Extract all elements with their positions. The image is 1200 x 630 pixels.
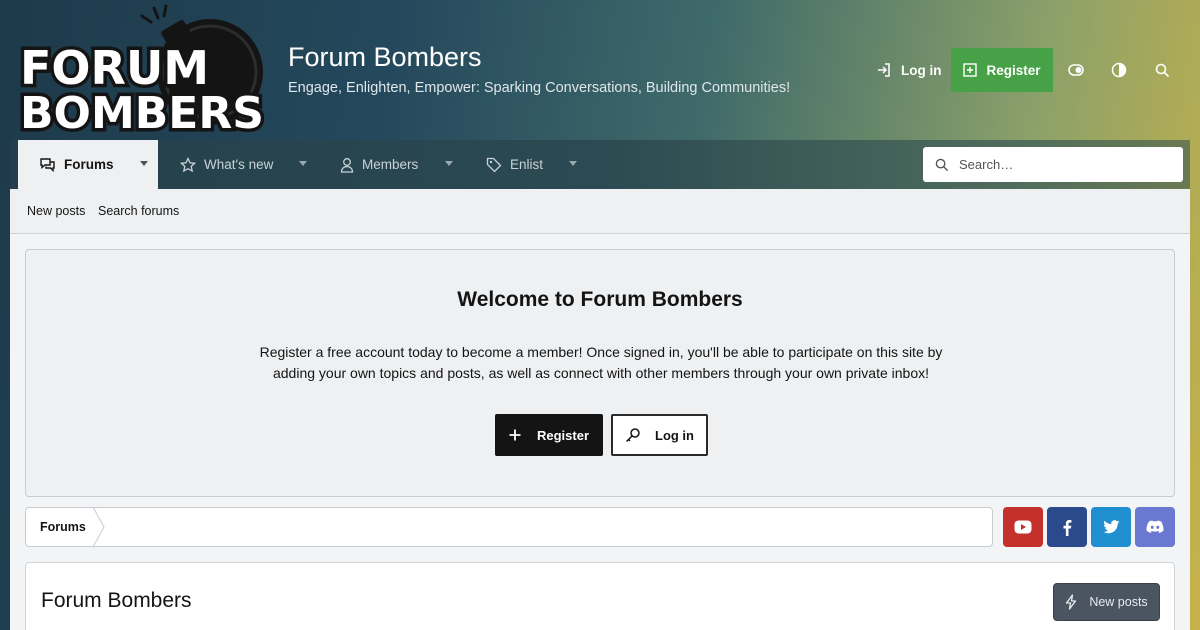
comments-icon (40, 158, 55, 172)
user-icon (340, 157, 354, 173)
subnav-new-posts[interactable]: New posts (27, 204, 85, 218)
new-posts-label: New posts (1089, 595, 1148, 609)
header-register-label: Register (986, 62, 1041, 78)
header-register-button[interactable]: Register (951, 48, 1053, 92)
facebook-icon (1063, 519, 1072, 536)
discord-icon (1146, 520, 1164, 533)
welcome-notice: Welcome to Forum Bombers Register a free… (25, 249, 1175, 497)
site-logo[interactable]: FORUM BOMBERS (14, 2, 270, 143)
sub-navigation: New posts Search forums (10, 189, 1190, 234)
welcome-title: Welcome to Forum Bombers (457, 288, 743, 311)
site-title[interactable]: Forum Bombers (288, 42, 482, 73)
tab-members[interactable]: Members (340, 140, 418, 189)
site-tagline: Engage, Enlighten, Empower: Sparking Con… (288, 80, 791, 96)
tab-members-label: Members (362, 157, 419, 172)
bolt-icon (1066, 594, 1077, 610)
header-search-button[interactable] (1148, 56, 1176, 84)
search-input[interactable] (959, 157, 1159, 172)
header-login-label: Log in (901, 62, 942, 78)
tab-whats-new-label: What's new (204, 157, 274, 172)
logo-text-line1: FORUM (20, 41, 209, 95)
plus-icon (509, 429, 521, 441)
whats-new-caret-icon[interactable] (299, 161, 307, 166)
site-header: FORUM BOMBERS Forum Bombers Engage, Enli… (0, 0, 1200, 143)
welcome-register-button[interactable]: Register (495, 414, 603, 456)
welcome-login-label: Log in (655, 427, 694, 443)
discord-button[interactable] (1135, 507, 1175, 547)
style-toggle-button[interactable] (1062, 56, 1090, 84)
contrast-icon (1111, 62, 1127, 78)
search-field-icon (935, 158, 949, 171)
twitter-button[interactable] (1091, 507, 1131, 547)
tab-enlist[interactable]: Enlist (486, 140, 543, 189)
tab-forums-label: Forums (64, 157, 114, 172)
forum-category-block: Forum Bombers New posts (25, 562, 1175, 630)
breadcrumb-forums[interactable]: Forums (40, 520, 86, 534)
star-icon (180, 156, 196, 172)
enlist-caret-icon[interactable] (569, 161, 577, 166)
search-icon (1155, 63, 1169, 77)
forums-caret-icon[interactable] (140, 161, 148, 166)
welcome-text: Register a free account today to become … (259, 344, 943, 381)
facebook-button[interactable] (1047, 507, 1087, 547)
tab-forums[interactable]: Forums (18, 140, 158, 189)
tab-whats-new[interactable]: What's new (180, 140, 273, 189)
style-toggle-icon (1068, 64, 1084, 76)
tab-enlist-label: Enlist (510, 157, 544, 172)
youtube-icon (1014, 520, 1032, 534)
welcome-register-label: Register (536, 427, 590, 443)
tag-icon (486, 157, 502, 172)
logo-text-line2: BOMBERS (20, 88, 264, 138)
main-panel: Forums What's new Members Enlist Search…… (10, 140, 1190, 630)
members-caret-icon[interactable] (445, 161, 453, 166)
forum-block-title: Forum Bombers (41, 589, 192, 612)
page-content: Welcome to Forum Bombers Register a free… (10, 234, 1190, 630)
breadcrumb: Forums (25, 507, 993, 547)
subnav-search-forums[interactable]: Search forums (98, 204, 179, 218)
bomb-logo-graphic: FORUM BOMBERS (17, 4, 267, 143)
breadcrumb-chevron-icon (92, 508, 105, 546)
welcome-login-button[interactable]: Log in (611, 414, 708, 456)
key-icon (625, 428, 640, 443)
header-login-button[interactable]: Log in (866, 48, 952, 92)
contrast-toggle-button[interactable] (1105, 56, 1133, 84)
register-plus-icon (963, 63, 978, 77)
youtube-button[interactable] (1003, 507, 1043, 547)
new-posts-button[interactable]: New posts (1053, 583, 1160, 621)
nav-search-box[interactable] (923, 147, 1183, 182)
main-navigation: Forums What's new Members Enlist (10, 140, 1190, 189)
login-icon (878, 63, 890, 77)
twitter-icon (1102, 520, 1119, 534)
